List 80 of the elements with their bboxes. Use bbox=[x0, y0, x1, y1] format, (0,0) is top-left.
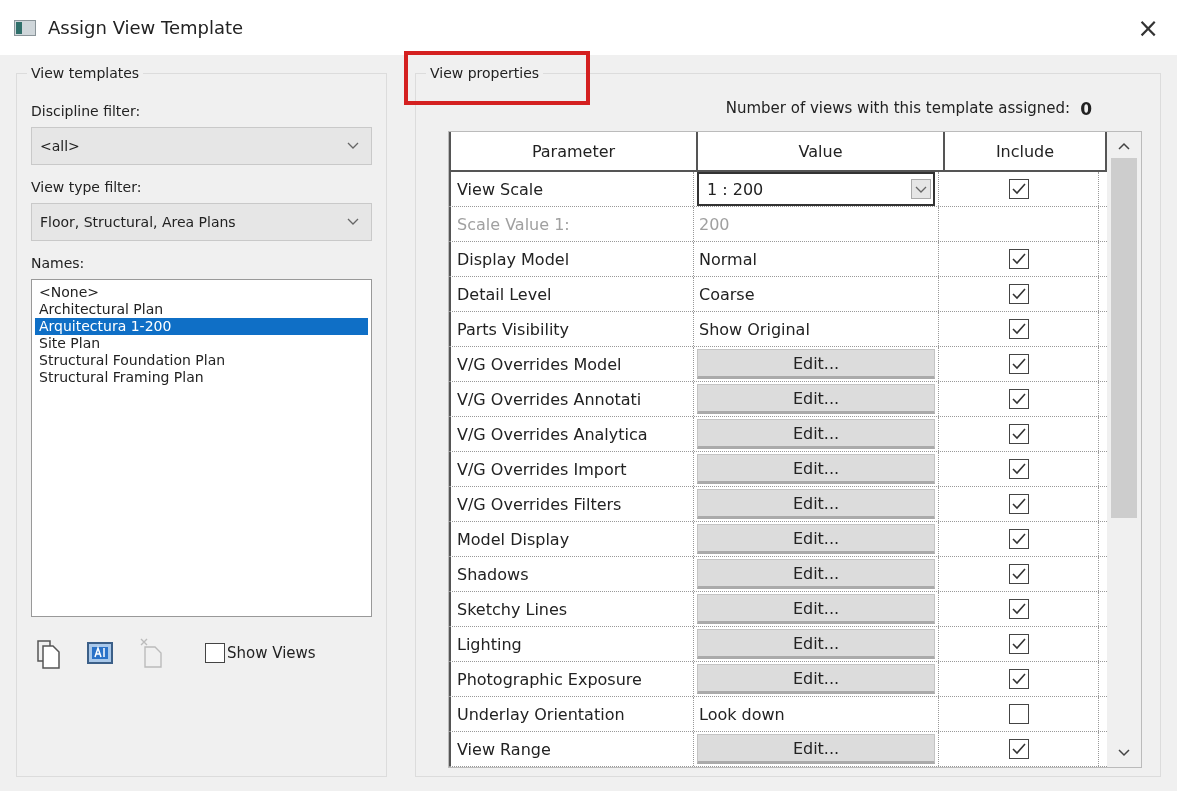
include-checkbox[interactable] bbox=[1008, 424, 1029, 444]
group-legend: View properties bbox=[426, 65, 544, 81]
edit-button[interactable]: Edit... bbox=[697, 454, 935, 484]
list-item[interactable]: Architectural Plan bbox=[35, 301, 368, 318]
table-cell: Model Display bbox=[449, 522, 694, 556]
edit-button[interactable]: Edit... bbox=[697, 559, 935, 589]
scale-dropdown[interactable]: 1 : 200 bbox=[697, 172, 935, 206]
count-label: Number of views with this template assigned: bbox=[725, 99, 1071, 119]
window-title: Assign View Template bbox=[48, 17, 244, 38]
include-checkbox[interactable] bbox=[1008, 529, 1029, 549]
scrollbar[interactable] bbox=[1107, 132, 1141, 767]
field-label: Discipline filter: bbox=[31, 103, 142, 119]
edit-button[interactable]: Edit... bbox=[697, 629, 935, 659]
table-cell: Shadows bbox=[449, 557, 694, 591]
edit-button[interactable]: Edit... bbox=[697, 734, 935, 764]
include-checkbox[interactable] bbox=[1008, 669, 1029, 689]
edit-button[interactable]: Edit... bbox=[697, 384, 935, 414]
list-item[interactable]: <None> bbox=[35, 284, 368, 301]
column-header: Value bbox=[698, 132, 945, 170]
close-button[interactable]: × bbox=[1131, 12, 1165, 43]
include-checkbox[interactable] bbox=[1008, 599, 1029, 619]
edit-button[interactable]: Edit... bbox=[697, 664, 935, 694]
include-checkbox[interactable] bbox=[1008, 249, 1029, 269]
table-cell: Lighting bbox=[449, 627, 694, 661]
field-label: Names: bbox=[31, 255, 86, 271]
include-checkbox[interactable] bbox=[1008, 319, 1029, 339]
edit-button[interactable]: Edit... bbox=[697, 594, 935, 624]
view-type-dropdown[interactable]: Floor, Structural, Area Plans bbox=[31, 203, 372, 241]
chevron-icon bbox=[347, 218, 359, 226]
table-cell-text: Coarse bbox=[698, 284, 755, 304]
edit-button[interactable]: Edit... bbox=[697, 419, 935, 449]
table-cell-text: Look down bbox=[698, 704, 785, 724]
table-cell: Display Model bbox=[449, 242, 694, 276]
table-cell: V/G Overrides Filters bbox=[449, 487, 694, 521]
include-checkbox[interactable] bbox=[1008, 284, 1029, 304]
table-cell-text: 200 bbox=[698, 214, 730, 234]
include-checkbox[interactable] bbox=[1008, 739, 1029, 759]
edit-button[interactable]: Edit... bbox=[697, 349, 935, 379]
list-item[interactable]: Site Plan bbox=[35, 335, 368, 352]
table-cell: V/G Overrides Annotati bbox=[449, 382, 694, 416]
table-cell: Underlay Orientation bbox=[449, 697, 694, 731]
table-cell: V/G Overrides Import bbox=[449, 452, 694, 486]
duplicate-icon[interactable] bbox=[37, 637, 61, 669]
rename-icon[interactable] bbox=[87, 642, 113, 664]
table-cell: V/G Overrides Analytica bbox=[449, 417, 694, 451]
include-checkbox[interactable] bbox=[1008, 389, 1029, 409]
edit-button[interactable]: Edit... bbox=[697, 489, 935, 519]
column-header: Parameter bbox=[449, 132, 698, 170]
include-checkbox[interactable] bbox=[1008, 354, 1029, 374]
include-checkbox[interactable] bbox=[1008, 459, 1029, 479]
table-cell: Photographic Exposure bbox=[449, 662, 694, 696]
count-value: 0 bbox=[1080, 99, 1092, 119]
table-cell: View Range bbox=[449, 732, 694, 766]
table-cell: View Scale bbox=[449, 172, 694, 206]
table-cell-text: Normal bbox=[698, 249, 757, 269]
table-cell: V/G Overrides Model bbox=[449, 347, 694, 381]
chevron-icon bbox=[911, 179, 931, 199]
table-cell: Sketchy Lines bbox=[449, 592, 694, 626]
table-cell: Scale Value 1: bbox=[449, 207, 694, 241]
include-checkbox[interactable] bbox=[1008, 179, 1029, 199]
list-item[interactable]: Structural Framing Plan bbox=[35, 369, 368, 386]
include-checkbox[interactable] bbox=[1008, 564, 1029, 584]
field-label: View type filter: bbox=[31, 179, 143, 195]
checkbox-label: Show Views bbox=[227, 644, 316, 662]
edit-button[interactable]: Edit... bbox=[697, 524, 935, 554]
include-checkbox[interactable] bbox=[1008, 494, 1029, 514]
table-cell: Detail Level bbox=[449, 277, 694, 311]
table-cell-text: Show Original bbox=[698, 319, 810, 339]
table-cell: Parts Visibility bbox=[449, 312, 694, 346]
checkbox[interactable] bbox=[205, 643, 225, 663]
app-icon bbox=[14, 19, 36, 36]
include-checkbox[interactable] bbox=[1008, 634, 1029, 654]
scroll-down-icon[interactable] bbox=[1118, 749, 1130, 757]
list-item[interactable]: Arquitectura 1-200 bbox=[35, 318, 368, 335]
scroll-up-icon[interactable] bbox=[1118, 142, 1130, 150]
group-legend: View templates bbox=[27, 65, 144, 81]
discipline-dropdown[interactable]: <all> bbox=[31, 127, 372, 165]
include-checkbox[interactable] bbox=[1008, 704, 1029, 724]
chevron-icon bbox=[347, 142, 359, 150]
list-item[interactable]: Structural Foundation Plan bbox=[35, 352, 368, 369]
